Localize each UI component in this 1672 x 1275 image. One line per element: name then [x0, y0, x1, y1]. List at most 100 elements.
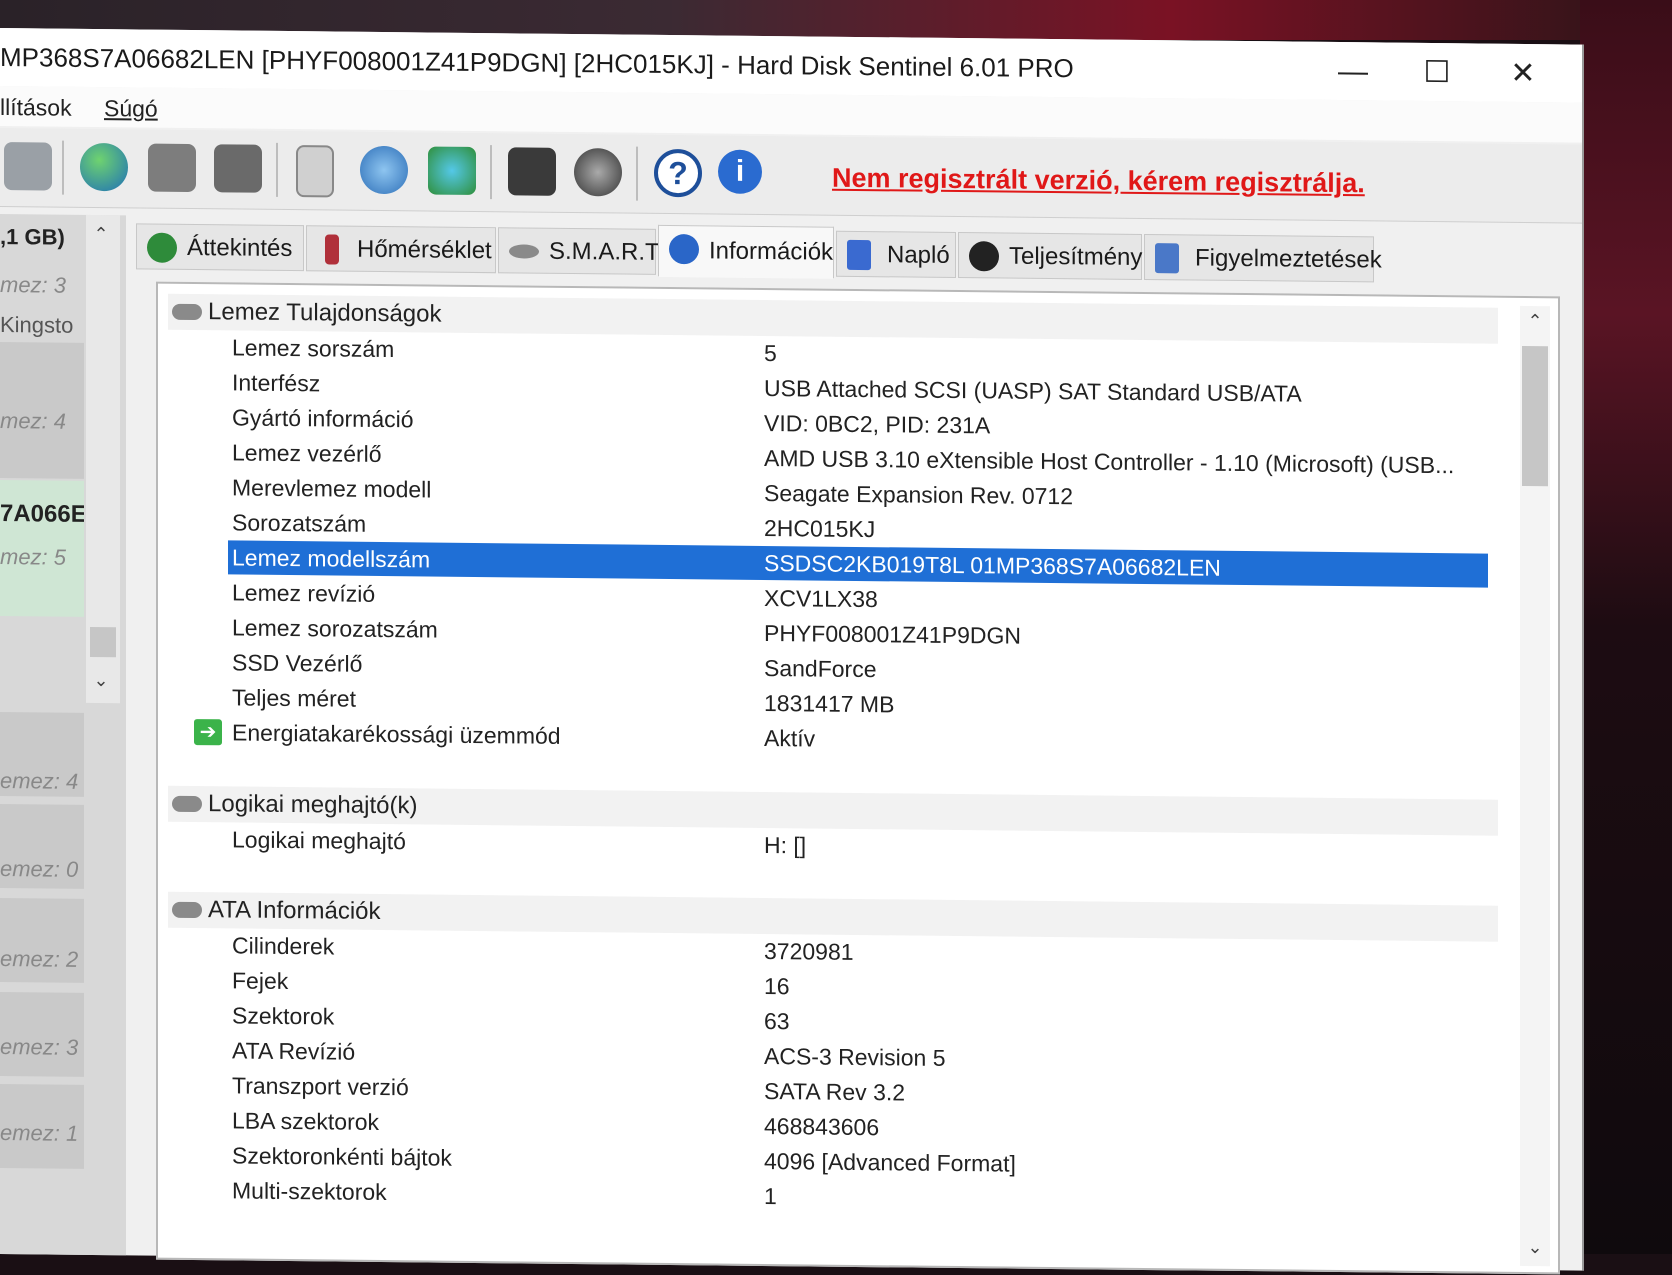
menu-settings[interactable]: llítások — [0, 94, 72, 122]
scroll-thumb[interactable] — [90, 626, 116, 658]
tab-information[interactable]: Információk — [658, 224, 834, 279]
disk-list-item[interactable]: mez: 3 — [0, 272, 84, 299]
toolbar: ? i Nem regisztrált verzió, kérem regisz… — [0, 128, 1582, 224]
disk-list-item[interactable]: emez: 3 — [0, 1034, 84, 1061]
alerts-icon — [1155, 243, 1179, 274]
gauge-icon — [969, 241, 999, 272]
info-value: Aktív — [764, 725, 816, 752]
info-label: Szektoronkénti bájtok — [232, 1142, 452, 1171]
scroll-down-icon[interactable]: ⌄ — [1524, 1236, 1546, 1258]
disk-list-item[interactable]: emez: 0 — [0, 856, 84, 883]
info-label: Teljes méret — [232, 684, 356, 712]
info-value: ACS-3 Revision 5 — [764, 1043, 946, 1071]
info-value: 3720981 — [764, 938, 854, 965]
tab-temperature[interactable]: Hőmérséklet — [306, 225, 496, 274]
info-value: 16 — [764, 973, 790, 1000]
toolbar-separator — [62, 140, 64, 195]
scroll-up-icon[interactable]: ⌃ — [1524, 310, 1546, 332]
disk-icon — [172, 901, 202, 919]
info-value: SSDSC2KB019T8L 01MP368S7A06682LEN — [764, 550, 1221, 581]
info-label: ATA Revízió — [232, 1037, 356, 1065]
help-icon[interactable]: ? — [654, 148, 702, 198]
network-icon[interactable] — [428, 146, 476, 195]
tab-label: Áttekintés — [187, 233, 293, 263]
tab-smart[interactable]: S.M.A.R.T. — [498, 227, 664, 275]
info-value: 1831417 MB — [764, 690, 895, 718]
tab-label: Figyelmeztetések — [1195, 244, 1382, 274]
info-label: Lemez vezérlő — [232, 439, 382, 467]
tab-alerts[interactable]: Figyelmeztetések — [1144, 233, 1382, 283]
info-label: Lemez revízió — [232, 579, 376, 607]
info-value: 63 — [764, 1008, 790, 1035]
disk-stack-icon[interactable] — [214, 144, 262, 193]
info-label: Fejek — [232, 967, 289, 995]
scroll-down-icon[interactable]: ⌄ — [90, 669, 112, 691]
log-icon — [847, 239, 871, 271]
disk-list-item[interactable]: mez: 4 — [0, 408, 84, 435]
info-value: SATA Rev 3.2 — [764, 1078, 906, 1106]
info-label: Lemez modellszám — [232, 544, 431, 573]
disk-icon — [172, 303, 202, 321]
toolbar-separator — [276, 142, 278, 197]
info-icon[interactable]: i — [718, 149, 762, 194]
refresh-icon[interactable] — [360, 145, 408, 195]
minimize-button[interactable]: — — [1318, 50, 1388, 95]
content-scrollbar[interactable]: ⌃ ⌄ — [1520, 305, 1550, 1267]
document-icon[interactable] — [296, 145, 334, 198]
thermometer-icon — [325, 234, 339, 265]
info-value: 4096 [Advanced Format] — [764, 1148, 1016, 1177]
register-link[interactable]: Nem regisztrált verzió, kérem regisztrál… — [832, 163, 1365, 200]
disk-list-item[interactable]: Kingsto — [0, 312, 84, 339]
info-value: VID: 0BC2, PID: 231A — [764, 410, 991, 439]
disk-list-item[interactable]: mez: 5 — [0, 544, 84, 571]
info-label: Cilinderek — [232, 932, 335, 960]
speaker-icon[interactable] — [574, 148, 622, 197]
info-label: Multi-szektorok — [232, 1177, 387, 1206]
menu-help[interactable]: Súgó — [104, 95, 158, 123]
tab-bar: Áttekintés Hőmérséklet S.M.A.R.T. Inform… — [136, 217, 1576, 292]
tab-label: Napló — [887, 241, 950, 269]
disk-list-panel: ,1 GB) mez: 3 Kingsto mez: 4 7A066E mez:… — [0, 214, 126, 1256]
info-value: 5 — [764, 340, 777, 367]
info-value: XCV1LX38 — [764, 585, 878, 613]
info-label: Interfész — [232, 369, 321, 397]
info-label: Sorozatszám — [232, 509, 367, 537]
monitor-icon[interactable] — [508, 147, 556, 196]
disk-list-scrollbar[interactable]: ⌃ ⌄ — [86, 214, 120, 704]
info-label: SSD Vezérlő — [232, 649, 363, 677]
scroll-up-icon[interactable]: ⌃ — [90, 223, 112, 245]
tab-log[interactable]: Napló — [836, 230, 956, 279]
globe-icon[interactable] — [80, 142, 128, 192]
disk-icon[interactable] — [148, 143, 196, 193]
info-value: 468843606 — [764, 1113, 880, 1141]
disk-list-item[interactable]: 7A066E — [0, 500, 84, 529]
checkmark-icon — [147, 232, 177, 263]
disk-size-label: ,1 GB) — [0, 224, 65, 250]
maximize-button[interactable]: ☐ — [1402, 51, 1472, 96]
disk-list-item[interactable]: emez: 4 — [0, 768, 84, 795]
info-label: Merevlemez modell — [232, 474, 432, 503]
tab-overview[interactable]: Áttekintés — [136, 223, 304, 272]
info-label: Lemez sorszám — [232, 334, 395, 363]
info-value: 1 — [764, 1183, 777, 1210]
tools-icon[interactable] — [4, 142, 52, 191]
info-label: Logikai meghajtó — [232, 826, 406, 855]
desktop-background-right — [1580, 0, 1672, 1254]
arrow-right-icon: ➔ — [194, 719, 222, 746]
info-label: Gyártó információ — [232, 404, 414, 433]
tab-label: Információk — [709, 237, 834, 266]
tab-label: Teljesítmény — [1009, 242, 1143, 271]
close-button[interactable]: ✕ — [1488, 52, 1558, 97]
tab-performance[interactable]: Teljesítmény — [958, 232, 1142, 280]
disk-list-item[interactable]: emez: 2 — [0, 946, 84, 973]
disk-icon — [172, 795, 202, 813]
info-value: AMD USB 3.10 eXtensible Host Controller … — [764, 445, 1455, 479]
information-panel: Lemez Tulajdonságok Lemez sorszám 5 Inte… — [156, 281, 1560, 1275]
info-value: SandForce — [764, 655, 877, 683]
info-value: 2HC015KJ — [764, 515, 876, 543]
scroll-thumb[interactable] — [1522, 345, 1548, 487]
toolbar-separator — [490, 145, 492, 200]
disk-list-item[interactable]: emez: 1 — [0, 1120, 84, 1147]
tab-label: Hőmérséklet — [357, 235, 492, 265]
disk-icon — [509, 244, 539, 259]
